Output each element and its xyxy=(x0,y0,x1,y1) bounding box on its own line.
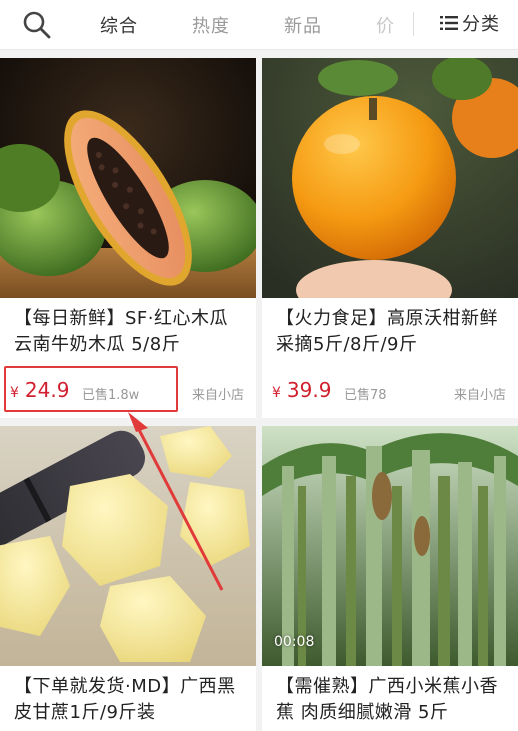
orange-image xyxy=(262,58,518,298)
tab-popularity[interactable]: 热度 xyxy=(192,12,230,38)
search-icon[interactable] xyxy=(20,8,52,40)
category-button[interactable]: 分类 xyxy=(440,10,500,36)
papaya-image xyxy=(0,58,256,298)
shop-source: 来自小店 xyxy=(191,388,244,403)
shop-source: 来自小店 xyxy=(453,388,506,403)
top-bar: 综合 热度 新品 价 分类 xyxy=(0,0,518,50)
banana-image xyxy=(262,426,518,666)
product-title[interactable]: 【下单就发货·MD】广西黑皮甘蔗1斤/9斤装 xyxy=(14,674,248,726)
product-title[interactable]: 【每日新鲜】SF·红心木瓜 云南牛奶木瓜 5/8斤 xyxy=(14,306,248,358)
product-card-orange[interactable]: 【火力食足】高原沃柑新鲜采摘5斤/8斤/9斤 ¥ 39.9 已售78 来自小店 xyxy=(262,58,518,418)
product-card-banana[interactable]: 00:08 【需催熟】广西小米蕉小香蕉 肉质细腻嫩滑 5斤 xyxy=(262,426,518,731)
list-icon xyxy=(440,16,458,30)
annotation-highlight-box xyxy=(4,366,178,412)
product-card-sugarcane[interactable]: 【下单就发货·MD】广西黑皮甘蔗1斤/9斤装 xyxy=(0,426,256,731)
sold-count: 已售78 xyxy=(344,388,387,403)
product-title[interactable]: 【火力食足】高原沃柑新鲜采摘5斤/8斤/9斤 xyxy=(276,306,510,358)
product-price: ¥ 39.9 xyxy=(272,378,332,402)
product-card-papaya[interactable]: 【每日新鲜】SF·红心木瓜 云南牛奶木瓜 5/8斤 ¥ 24.9 已售1.8w … xyxy=(0,58,256,418)
divider xyxy=(413,12,414,36)
tab-price[interactable]: 价 xyxy=(376,12,395,38)
product-title[interactable]: 【需催熟】广西小米蕉小香蕉 肉质细腻嫩滑 5斤 xyxy=(276,674,510,726)
video-timer: 00:08 xyxy=(274,634,315,650)
category-label: 分类 xyxy=(462,14,500,35)
tab-comprehensive[interactable]: 综合 xyxy=(100,12,138,38)
sugarcane-image xyxy=(0,426,256,666)
tab-new[interactable]: 新品 xyxy=(284,12,322,38)
